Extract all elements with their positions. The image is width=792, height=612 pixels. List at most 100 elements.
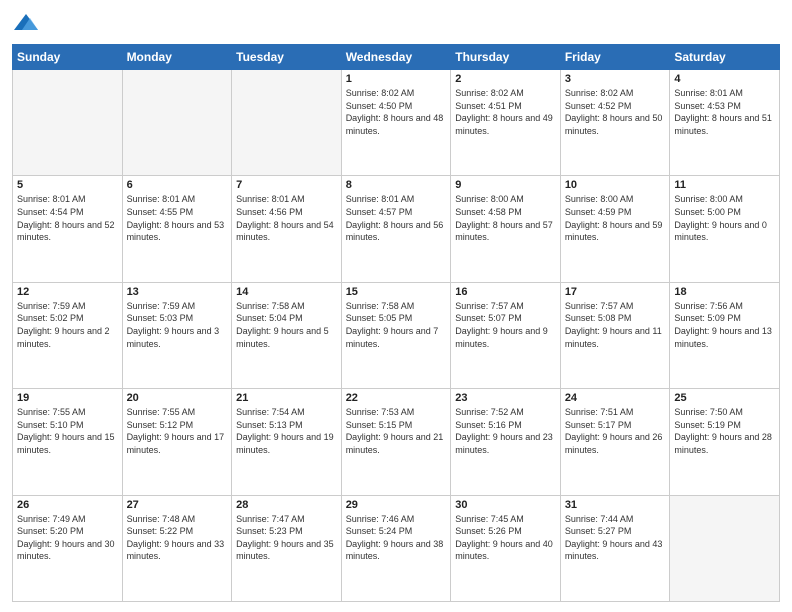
day-info: Sunrise: 8:01 AMSunset: 4:57 PMDaylight:… xyxy=(346,193,447,243)
calendar-day-cell: 4 Sunrise: 8:01 AMSunset: 4:53 PMDayligh… xyxy=(670,70,780,176)
day-number: 19 xyxy=(17,392,118,404)
calendar-day-header: Thursday xyxy=(451,45,561,70)
day-info: Sunrise: 7:58 AMSunset: 5:05 PMDaylight:… xyxy=(346,300,447,350)
calendar-day-cell: 26 Sunrise: 7:49 AMSunset: 5:20 PMDaylig… xyxy=(13,495,123,601)
day-info: Sunrise: 7:55 AMSunset: 5:10 PMDaylight:… xyxy=(17,406,118,456)
day-number: 26 xyxy=(17,499,118,511)
header xyxy=(12,10,780,38)
calendar-day-header: Friday xyxy=(560,45,670,70)
day-number: 14 xyxy=(236,286,337,298)
day-info: Sunrise: 7:50 AMSunset: 5:19 PMDaylight:… xyxy=(674,406,775,456)
calendar: SundayMondayTuesdayWednesdayThursdayFrid… xyxy=(12,44,780,602)
day-info: Sunrise: 7:55 AMSunset: 5:12 PMDaylight:… xyxy=(127,406,228,456)
day-info: Sunrise: 8:01 AMSunset: 4:55 PMDaylight:… xyxy=(127,193,228,243)
day-number: 7 xyxy=(236,179,337,191)
day-info: Sunrise: 7:48 AMSunset: 5:22 PMDaylight:… xyxy=(127,513,228,563)
day-info: Sunrise: 7:51 AMSunset: 5:17 PMDaylight:… xyxy=(565,406,666,456)
day-info: Sunrise: 8:01 AMSunset: 4:53 PMDaylight:… xyxy=(674,87,775,137)
page: SundayMondayTuesdayWednesdayThursdayFrid… xyxy=(0,0,792,612)
calendar-day-cell xyxy=(13,70,123,176)
calendar-day-cell: 3 Sunrise: 8:02 AMSunset: 4:52 PMDayligh… xyxy=(560,70,670,176)
day-number: 23 xyxy=(455,392,556,404)
calendar-day-cell: 23 Sunrise: 7:52 AMSunset: 5:16 PMDaylig… xyxy=(451,389,561,495)
calendar-day-cell: 16 Sunrise: 7:57 AMSunset: 5:07 PMDaylig… xyxy=(451,282,561,388)
day-info: Sunrise: 7:59 AMSunset: 5:02 PMDaylight:… xyxy=(17,300,118,350)
calendar-day-cell: 12 Sunrise: 7:59 AMSunset: 5:02 PMDaylig… xyxy=(13,282,123,388)
day-number: 11 xyxy=(674,179,775,191)
calendar-day-cell: 20 Sunrise: 7:55 AMSunset: 5:12 PMDaylig… xyxy=(122,389,232,495)
calendar-day-header: Wednesday xyxy=(341,45,451,70)
calendar-day-cell: 31 Sunrise: 7:44 AMSunset: 5:27 PMDaylig… xyxy=(560,495,670,601)
calendar-day-cell: 17 Sunrise: 7:57 AMSunset: 5:08 PMDaylig… xyxy=(560,282,670,388)
calendar-day-cell: 7 Sunrise: 8:01 AMSunset: 4:56 PMDayligh… xyxy=(232,176,342,282)
day-info: Sunrise: 7:59 AMSunset: 5:03 PMDaylight:… xyxy=(127,300,228,350)
calendar-day-header: Sunday xyxy=(13,45,123,70)
day-number: 27 xyxy=(127,499,228,511)
calendar-day-cell xyxy=(670,495,780,601)
calendar-day-cell: 2 Sunrise: 8:02 AMSunset: 4:51 PMDayligh… xyxy=(451,70,561,176)
day-info: Sunrise: 8:00 AMSunset: 4:58 PMDaylight:… xyxy=(455,193,556,243)
logo-icon xyxy=(12,10,40,38)
day-info: Sunrise: 7:58 AMSunset: 5:04 PMDaylight:… xyxy=(236,300,337,350)
day-number: 15 xyxy=(346,286,447,298)
calendar-day-header: Monday xyxy=(122,45,232,70)
calendar-day-cell: 18 Sunrise: 7:56 AMSunset: 5:09 PMDaylig… xyxy=(670,282,780,388)
calendar-day-cell: 14 Sunrise: 7:58 AMSunset: 5:04 PMDaylig… xyxy=(232,282,342,388)
calendar-day-cell: 10 Sunrise: 8:00 AMSunset: 4:59 PMDaylig… xyxy=(560,176,670,282)
day-number: 3 xyxy=(565,73,666,85)
day-number: 31 xyxy=(565,499,666,511)
day-info: Sunrise: 8:02 AMSunset: 4:51 PMDaylight:… xyxy=(455,87,556,137)
day-info: Sunrise: 8:02 AMSunset: 4:50 PMDaylight:… xyxy=(346,87,447,137)
day-number: 10 xyxy=(565,179,666,191)
day-number: 30 xyxy=(455,499,556,511)
day-number: 24 xyxy=(565,392,666,404)
day-number: 16 xyxy=(455,286,556,298)
calendar-day-cell: 15 Sunrise: 7:58 AMSunset: 5:05 PMDaylig… xyxy=(341,282,451,388)
calendar-day-cell: 30 Sunrise: 7:45 AMSunset: 5:26 PMDaylig… xyxy=(451,495,561,601)
day-info: Sunrise: 8:01 AMSunset: 4:54 PMDaylight:… xyxy=(17,193,118,243)
calendar-week-row: 19 Sunrise: 7:55 AMSunset: 5:10 PMDaylig… xyxy=(13,389,780,495)
calendar-day-cell: 24 Sunrise: 7:51 AMSunset: 5:17 PMDaylig… xyxy=(560,389,670,495)
day-number: 17 xyxy=(565,286,666,298)
calendar-day-cell xyxy=(122,70,232,176)
day-number: 20 xyxy=(127,392,228,404)
calendar-day-cell: 6 Sunrise: 8:01 AMSunset: 4:55 PMDayligh… xyxy=(122,176,232,282)
calendar-week-row: 12 Sunrise: 7:59 AMSunset: 5:02 PMDaylig… xyxy=(13,282,780,388)
calendar-day-cell xyxy=(232,70,342,176)
day-info: Sunrise: 8:01 AMSunset: 4:56 PMDaylight:… xyxy=(236,193,337,243)
logo xyxy=(12,10,44,38)
day-number: 28 xyxy=(236,499,337,511)
day-number: 21 xyxy=(236,392,337,404)
day-info: Sunrise: 7:45 AMSunset: 5:26 PMDaylight:… xyxy=(455,513,556,563)
calendar-header-row: SundayMondayTuesdayWednesdayThursdayFrid… xyxy=(13,45,780,70)
day-number: 9 xyxy=(455,179,556,191)
calendar-day-cell: 25 Sunrise: 7:50 AMSunset: 5:19 PMDaylig… xyxy=(670,389,780,495)
day-info: Sunrise: 7:52 AMSunset: 5:16 PMDaylight:… xyxy=(455,406,556,456)
calendar-week-row: 1 Sunrise: 8:02 AMSunset: 4:50 PMDayligh… xyxy=(13,70,780,176)
calendar-day-cell: 22 Sunrise: 7:53 AMSunset: 5:15 PMDaylig… xyxy=(341,389,451,495)
day-number: 4 xyxy=(674,73,775,85)
day-info: Sunrise: 7:44 AMSunset: 5:27 PMDaylight:… xyxy=(565,513,666,563)
day-info: Sunrise: 7:57 AMSunset: 5:07 PMDaylight:… xyxy=(455,300,556,350)
day-info: Sunrise: 7:46 AMSunset: 5:24 PMDaylight:… xyxy=(346,513,447,563)
day-number: 6 xyxy=(127,179,228,191)
day-info: Sunrise: 7:54 AMSunset: 5:13 PMDaylight:… xyxy=(236,406,337,456)
day-info: Sunrise: 7:53 AMSunset: 5:15 PMDaylight:… xyxy=(346,406,447,456)
day-info: Sunrise: 7:56 AMSunset: 5:09 PMDaylight:… xyxy=(674,300,775,350)
day-info: Sunrise: 7:49 AMSunset: 5:20 PMDaylight:… xyxy=(17,513,118,563)
day-info: Sunrise: 7:57 AMSunset: 5:08 PMDaylight:… xyxy=(565,300,666,350)
calendar-day-cell: 1 Sunrise: 8:02 AMSunset: 4:50 PMDayligh… xyxy=(341,70,451,176)
day-number: 18 xyxy=(674,286,775,298)
calendar-day-cell: 9 Sunrise: 8:00 AMSunset: 4:58 PMDayligh… xyxy=(451,176,561,282)
calendar-day-cell: 13 Sunrise: 7:59 AMSunset: 5:03 PMDaylig… xyxy=(122,282,232,388)
calendar-day-cell: 5 Sunrise: 8:01 AMSunset: 4:54 PMDayligh… xyxy=(13,176,123,282)
day-number: 2 xyxy=(455,73,556,85)
day-number: 13 xyxy=(127,286,228,298)
day-info: Sunrise: 8:00 AMSunset: 4:59 PMDaylight:… xyxy=(565,193,666,243)
day-number: 1 xyxy=(346,73,447,85)
day-number: 22 xyxy=(346,392,447,404)
day-info: Sunrise: 7:47 AMSunset: 5:23 PMDaylight:… xyxy=(236,513,337,563)
day-number: 29 xyxy=(346,499,447,511)
day-info: Sunrise: 8:00 AMSunset: 5:00 PMDaylight:… xyxy=(674,193,775,243)
day-number: 8 xyxy=(346,179,447,191)
